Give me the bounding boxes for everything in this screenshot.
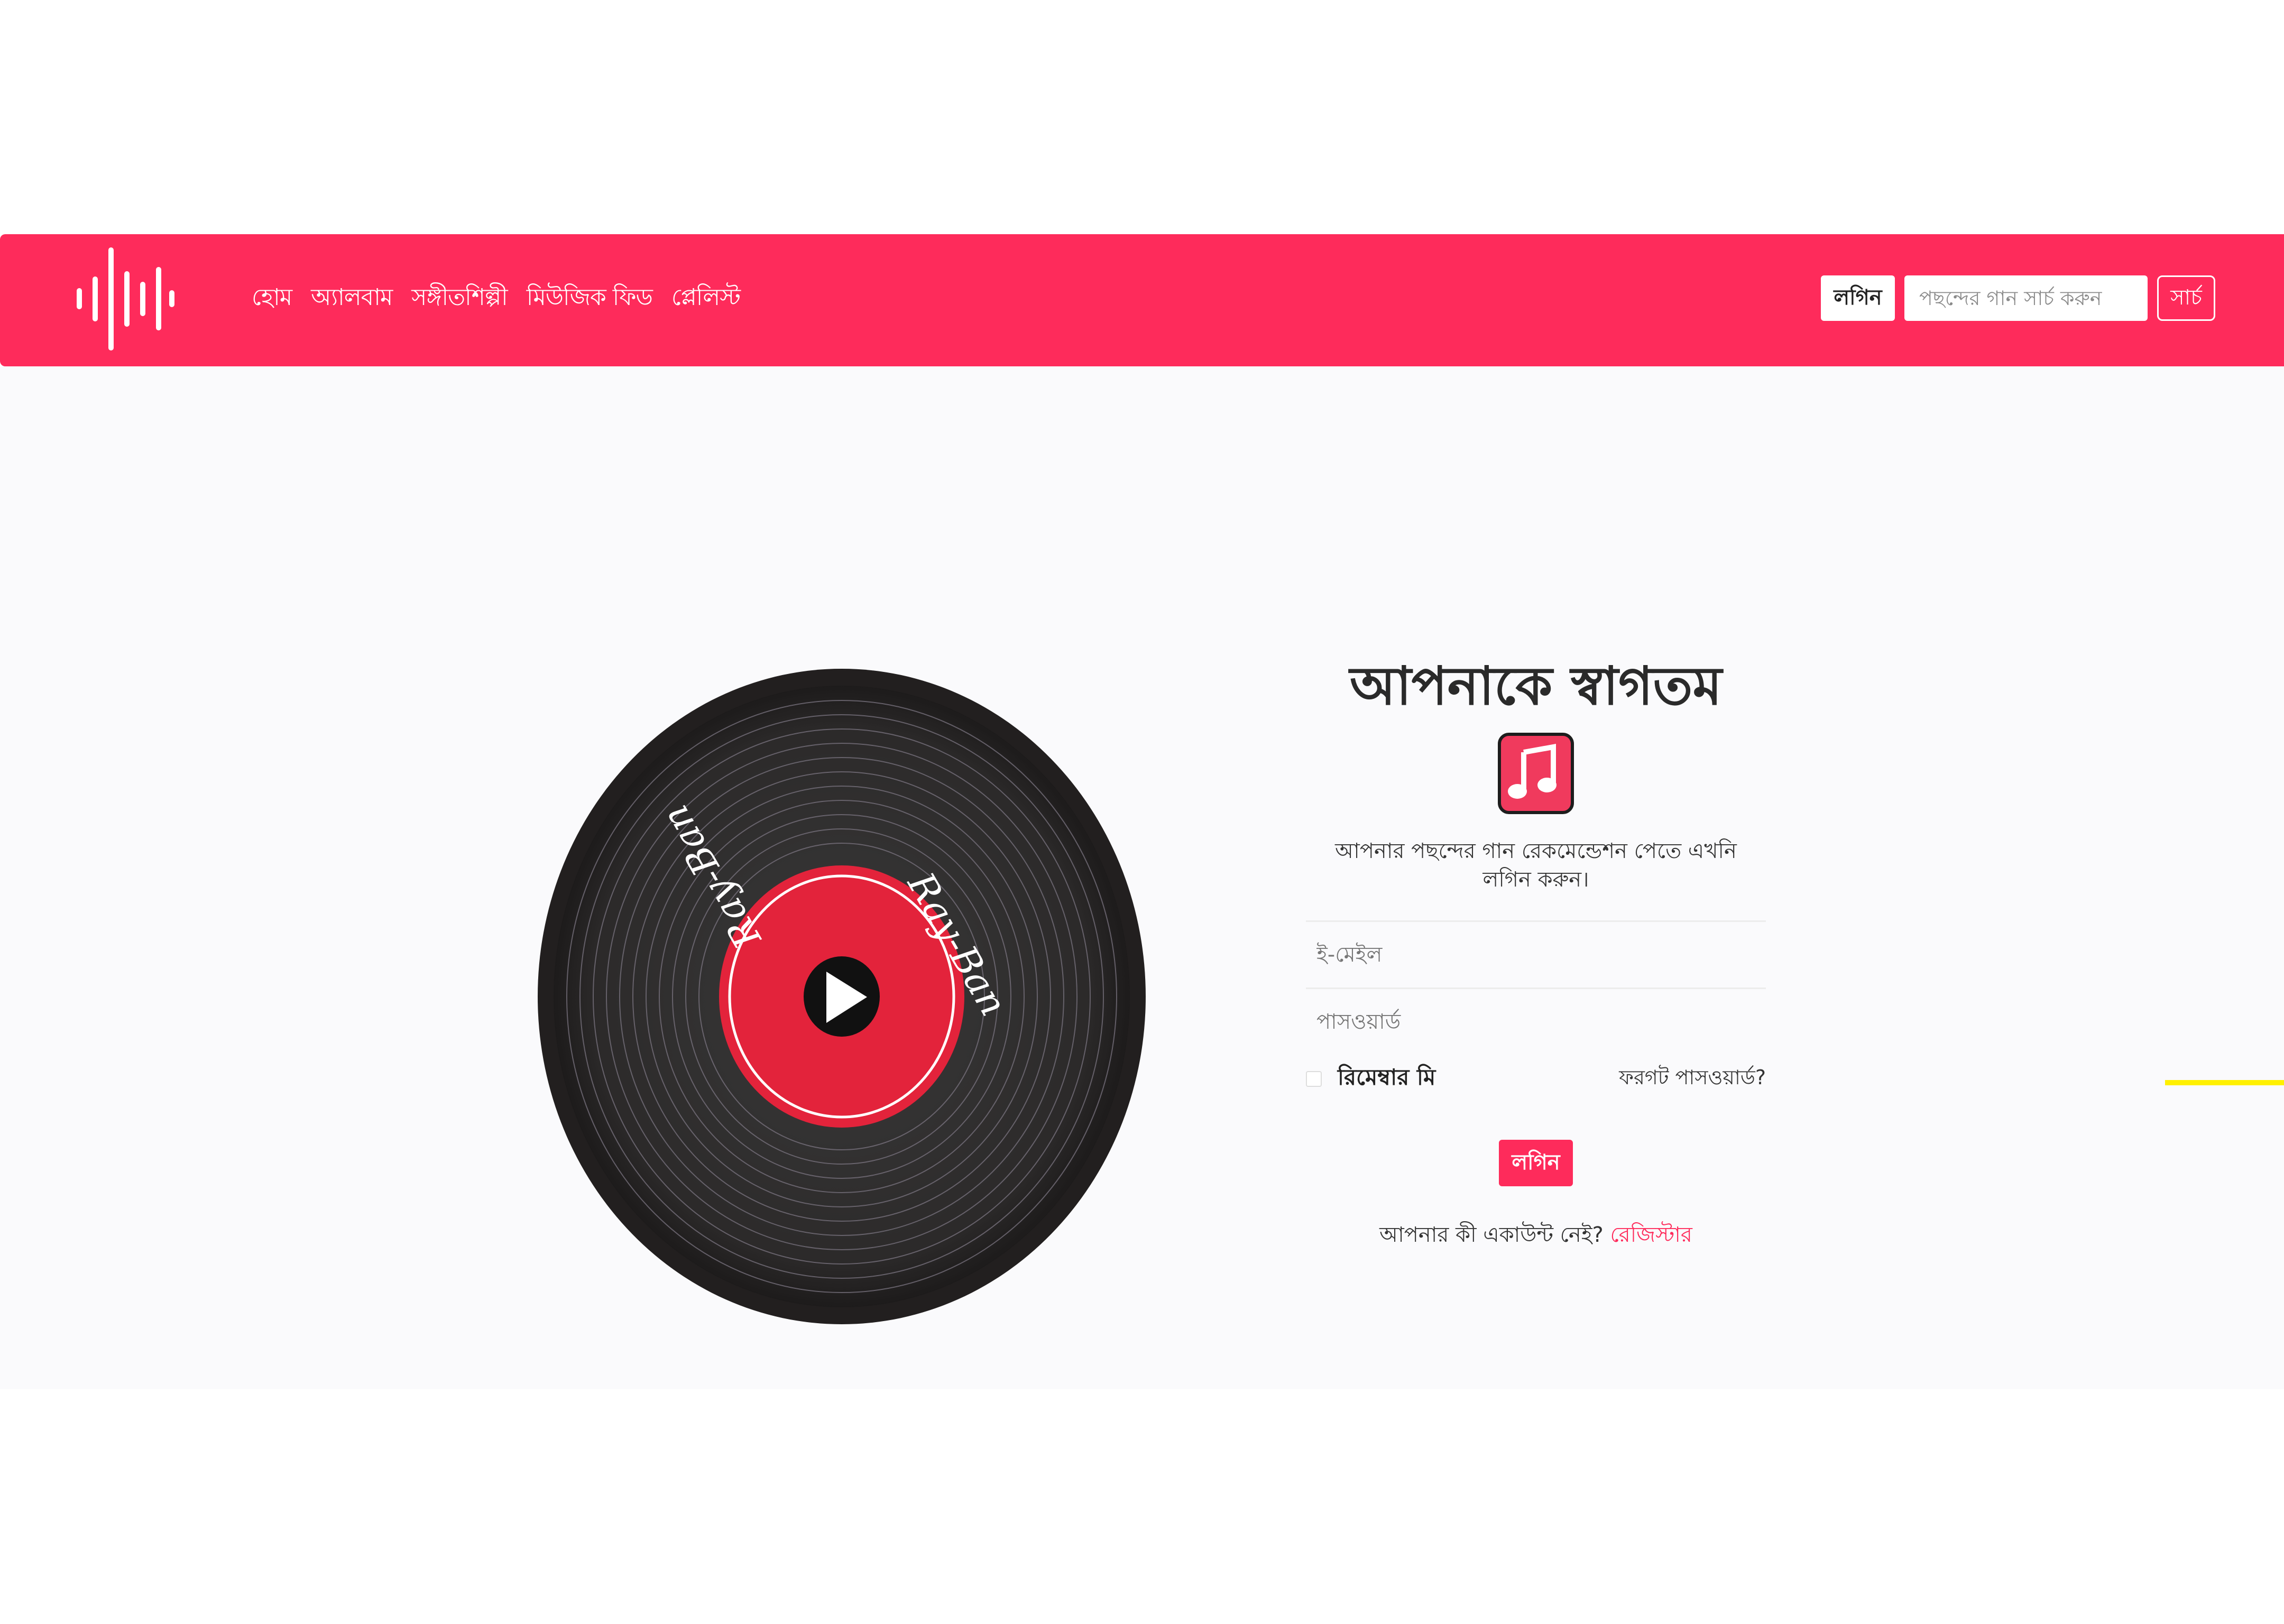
main-content: Ray-Ban Ray-Ban আপনাকে স্বাগতম আপনার পছন… <box>0 366 2284 1389</box>
search-input[interactable] <box>1904 275 2148 321</box>
vinyl-record-image: Ray-Ban Ray-Ban <box>538 669 1146 1324</box>
no-account-text: আপনার কী একাউন্ট নেই? <box>1379 1223 1604 1247</box>
login-subtitle: আপনার পছন্দের গান রেকমেন্ডেশন পেতে এখনি … <box>1335 839 1737 892</box>
music-note-icon <box>1498 733 1574 814</box>
nav-link-artists[interactable]: সঙ্গীতশিল্পী <box>411 280 508 318</box>
remember-me-label[interactable]: রিমেম্বার মি <box>1338 1060 1435 1097</box>
remember-me-checkbox[interactable] <box>1306 1071 1322 1087</box>
email-field-wrapper <box>1306 920 1766 988</box>
nav-actions: লগিন সার্চ <box>1821 275 2215 321</box>
sound-wave-icon[interactable] <box>74 247 174 350</box>
nav-links: হোম অ্যালবাম সঙ্গীতশিল্পী মিউজিক ফিড প্ল… <box>252 280 759 318</box>
nav-link-playlist[interactable]: প্লেলিস্ট <box>671 280 741 318</box>
register-row: আপনার কী একাউন্ট নেই? রেজিস্টার <box>1306 1218 1766 1253</box>
register-link[interactable]: রেজিস্টার <box>1610 1223 1692 1247</box>
edge-marker <box>2165 1080 2284 1085</box>
login-button[interactable]: লগিন <box>1499 1140 1573 1186</box>
forgot-password-link[interactable]: ফরগট পাসওয়ার্ড? <box>1619 1062 1766 1096</box>
nav-link-albums[interactable]: অ্যালবাম <box>311 280 393 318</box>
password-field-wrapper <box>1306 988 1766 1055</box>
login-panel: আপনাকে স্বাগতম আপনার পছন্দের গান রেকমেন্… <box>1306 652 1766 1253</box>
navbar: হোম অ্যালবাম সঙ্গীতশিল্পী মিউজিক ফিড প্ল… <box>0 234 2284 366</box>
search-button[interactable]: সার্চ <box>2157 275 2215 321</box>
page-title: আপনাকে স্বাগতম <box>1349 655 1723 717</box>
options-row: রিমেম্বার মি ফরগট পাসওয়ার্ড? <box>1306 1060 1766 1097</box>
nav-login-button[interactable]: লগিন <box>1821 275 1895 321</box>
nav-link-home[interactable]: হোম <box>252 280 292 318</box>
email-field[interactable] <box>1306 922 1766 988</box>
password-field[interactable] <box>1306 989 1766 1055</box>
nav-link-music-feed[interactable]: মিউজিক ফিড <box>527 280 653 318</box>
remember-me: রিমেম্বার মি <box>1306 1060 1435 1097</box>
